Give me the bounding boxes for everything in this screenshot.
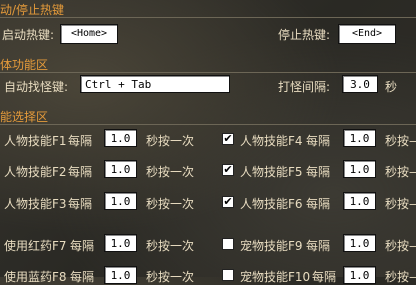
auto-find-label: 自动找怪键: — [4, 80, 69, 94]
red-potion-interval-input[interactable]: 1.0 — [104, 234, 137, 252]
every-label: 每隔 — [306, 239, 331, 253]
press-once-label: 秒按— — [385, 239, 416, 253]
skill-label-f1: 人物技能F1 — [4, 134, 67, 148]
every-label: 每隔 — [306, 197, 331, 211]
section-divider — [0, 124, 416, 125]
skill-label-f3: 人物技能F3 — [4, 197, 67, 211]
skill-label-f5: 人物技能F5 — [240, 165, 303, 179]
skill-f3-interval-input[interactable]: 1.0 — [104, 192, 137, 210]
skill-label-f2: 人物技能F2 — [4, 165, 67, 179]
press-once-label: 秒按一次 — [146, 197, 195, 211]
attack-interval-unit: 秒 — [385, 80, 398, 94]
skill-f6-interval-input[interactable]: 1.0 — [343, 192, 376, 210]
attack-interval-label: 打怪间隔: — [278, 80, 331, 94]
stop-hotkey-label: 停止热键: — [278, 28, 331, 42]
start-hotkey-label: 启动热键: — [2, 28, 55, 42]
press-once-label: 秒按— — [385, 165, 416, 179]
hotkey-section-title: 动/停止热键 — [0, 3, 65, 17]
pet-skill-f9-interval-input[interactable]: 1.0 — [343, 234, 376, 252]
skill-label-f4: 人物技能F4 — [240, 134, 303, 148]
stop-hotkey-field[interactable]: <End> — [338, 24, 396, 44]
skill-label-f7: 使用红药F7 — [4, 239, 67, 253]
skill-f2-interval-input[interactable]: 1.0 — [104, 160, 137, 178]
every-label: 每隔 — [306, 165, 331, 179]
auto-find-hotkey-field[interactable]: Ctrl + Tab — [80, 75, 230, 93]
pet-skill-f9-checkbox[interactable] — [222, 238, 234, 250]
press-once-label: 秒按— — [385, 134, 416, 148]
every-label: 每隔 — [70, 239, 95, 253]
every-label: 每隔 — [68, 134, 93, 148]
skill-f5-checkbox[interactable]: ✔ — [222, 164, 234, 176]
skill-label-f9: 宠物技能F9 — [240, 239, 303, 253]
press-once-label: 秒按一次 — [146, 239, 195, 253]
skill-f4-interval-input[interactable]: 1.0 — [343, 129, 376, 147]
every-label: 每隔 — [306, 134, 331, 148]
pet-skill-f10-checkbox[interactable] — [222, 269, 234, 281]
section-divider — [0, 17, 416, 18]
skill-f1-interval-input[interactable]: 1.0 — [104, 129, 137, 147]
skill-f4-checkbox[interactable]: ✔ — [222, 133, 234, 145]
every-label: 每隔 — [68, 165, 93, 179]
start-hotkey-field[interactable]: <Home> — [60, 24, 118, 44]
function-section-title: 体功能区 — [0, 58, 49, 72]
skill-f6-checkbox[interactable]: ✔ — [222, 196, 234, 208]
attack-interval-input[interactable]: 3.0 — [342, 75, 378, 93]
skill-section-title: 能选择区 — [0, 110, 49, 124]
press-once-label: 秒按— — [385, 197, 416, 211]
skill-label-f6: 人物技能F6 — [240, 197, 303, 211]
every-label: 每隔 — [68, 197, 93, 211]
press-once-label: 秒按一次 — [146, 165, 195, 179]
press-once-label: 秒按一次 — [146, 134, 195, 148]
pet-skill-f10-interval-input[interactable]: 1.0 — [343, 266, 376, 284]
section-divider — [0, 72, 416, 73]
blue-potion-interval-input[interactable]: 1.0 — [104, 266, 137, 284]
skill-f5-interval-input[interactable]: 1.0 — [343, 160, 376, 178]
